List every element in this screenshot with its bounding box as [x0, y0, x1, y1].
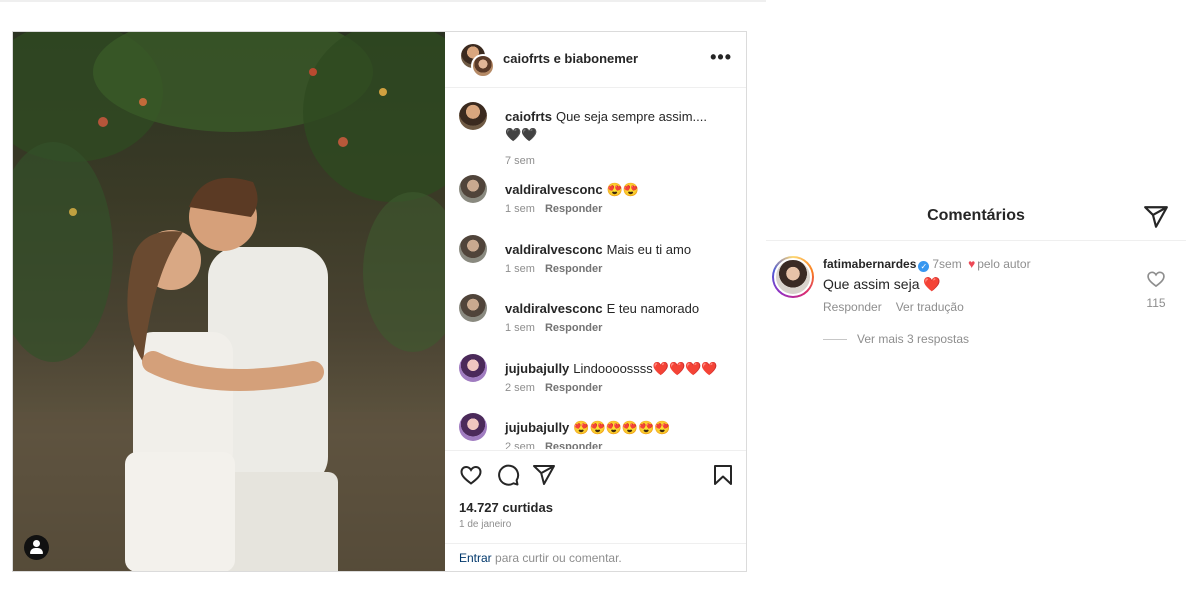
comment-time: 7 sem [505, 155, 535, 167]
replies-divider [823, 339, 847, 341]
comment-username[interactable]: valdiralvesconc [505, 301, 603, 316]
translate-button[interactable]: Ver tradução [896, 300, 964, 314]
comment-username[interactable]: jujubajully [505, 420, 569, 435]
login-prompt-text: para curtir ou comentar. [491, 551, 622, 565]
sheet-divider [766, 240, 1186, 241]
comment-time: 1 sem [505, 203, 535, 215]
view-more-replies-button[interactable]: Ver mais 3 respostas [823, 332, 969, 346]
comment-like-count: 115 [1146, 296, 1166, 310]
comments-list[interactable]: caiofrts Que seja sempre assim.... 🖤🖤 7 s… [445, 89, 746, 449]
post-date: 1 de janeiro [459, 519, 512, 530]
comment-text: E teu namorado [606, 301, 700, 316]
avatar[interactable] [459, 102, 487, 130]
avatar[interactable] [459, 354, 487, 382]
liked-by-author-label: pelo autor [977, 257, 1031, 271]
post-owners[interactable]: caiofrts e biabonemer [503, 51, 638, 66]
post-side-panel: caiofrts e biabonemer ••• caiofrts Que se… [445, 32, 746, 571]
avatar[interactable] [459, 235, 487, 263]
reply-button[interactable]: Responder [545, 203, 602, 215]
comment-time: 1 sem [505, 322, 535, 334]
heart-icon[interactable] [459, 463, 483, 487]
comment-time: 1 sem [505, 263, 535, 275]
post-actions: 14.727 curtidas 1 de janeiro Entrar para… [445, 450, 746, 572]
view-more-replies-label: Ver mais 3 respostas [857, 332, 970, 346]
comment-text: Lindoooossss❤️❤️❤️❤️ [573, 361, 718, 376]
login-prompt: Entrar para curtir ou comentar. [445, 543, 746, 573]
bookmark-icon[interactable] [711, 463, 735, 487]
post-photo[interactable] [13, 32, 445, 571]
comment-icon[interactable] [496, 463, 520, 487]
post-header: caiofrts e biabonemer ••• [445, 32, 746, 88]
comment-header: fatimabernardes ✓ 7sem ♥ pelo autor [823, 257, 1031, 272]
avatar[interactable] [459, 294, 487, 322]
reply-button[interactable]: Responder [545, 382, 602, 394]
comment-time: 7sem [932, 257, 962, 271]
reply-button[interactable]: Responder [545, 263, 602, 275]
comment-username[interactable]: valdiralvesconc [505, 182, 603, 197]
comment-username[interactable]: valdiralvesconc [505, 242, 603, 257]
owner-avatar-2[interactable] [471, 54, 495, 78]
verified-badge-icon: ✓ [918, 261, 930, 272]
comment-username[interactable]: fatimabernardes [823, 257, 916, 271]
couple-photo-illustration [13, 32, 445, 571]
more-options-button[interactable]: ••• [710, 48, 732, 66]
comment-actions: Responder Ver tradução [823, 300, 964, 314]
likes-count[interactable]: 14.727 curtidas [459, 500, 553, 515]
top-divider [0, 0, 766, 2]
avatar[interactable] [459, 413, 487, 441]
reply-button[interactable]: Responder [823, 300, 882, 314]
comment-text: 😍😍 [606, 182, 639, 197]
comment-username[interactable]: caiofrts [505, 109, 552, 124]
post-card: caiofrts e biabonemer ••• caiofrts Que se… [12, 31, 747, 572]
comments-title: Comentários [927, 207, 1025, 224]
comment-text: Mais eu ti amo [606, 242, 692, 257]
send-icon[interactable] [1143, 204, 1169, 230]
comment-time: 2 sem [505, 441, 535, 449]
comment-time: 2 sem [505, 382, 535, 394]
share-icon[interactable] [532, 463, 556, 487]
reply-button[interactable]: Responder [545, 441, 602, 449]
user-tag-icon[interactable] [24, 535, 49, 560]
reply-button[interactable]: Responder [545, 322, 602, 334]
avatar[interactable] [772, 256, 814, 298]
heart-outline-icon[interactable] [1146, 269, 1166, 289]
avatar[interactable] [459, 175, 487, 203]
comment-username[interactable]: jujubajully [505, 361, 569, 376]
author-liked-heart-icon: ♥ [968, 257, 976, 271]
comment-text: Que assim seja ❤️ [823, 276, 941, 292]
comment-text: 😍😍😍😍😍😍 [573, 420, 671, 435]
login-link[interactable]: Entrar [459, 551, 492, 565]
